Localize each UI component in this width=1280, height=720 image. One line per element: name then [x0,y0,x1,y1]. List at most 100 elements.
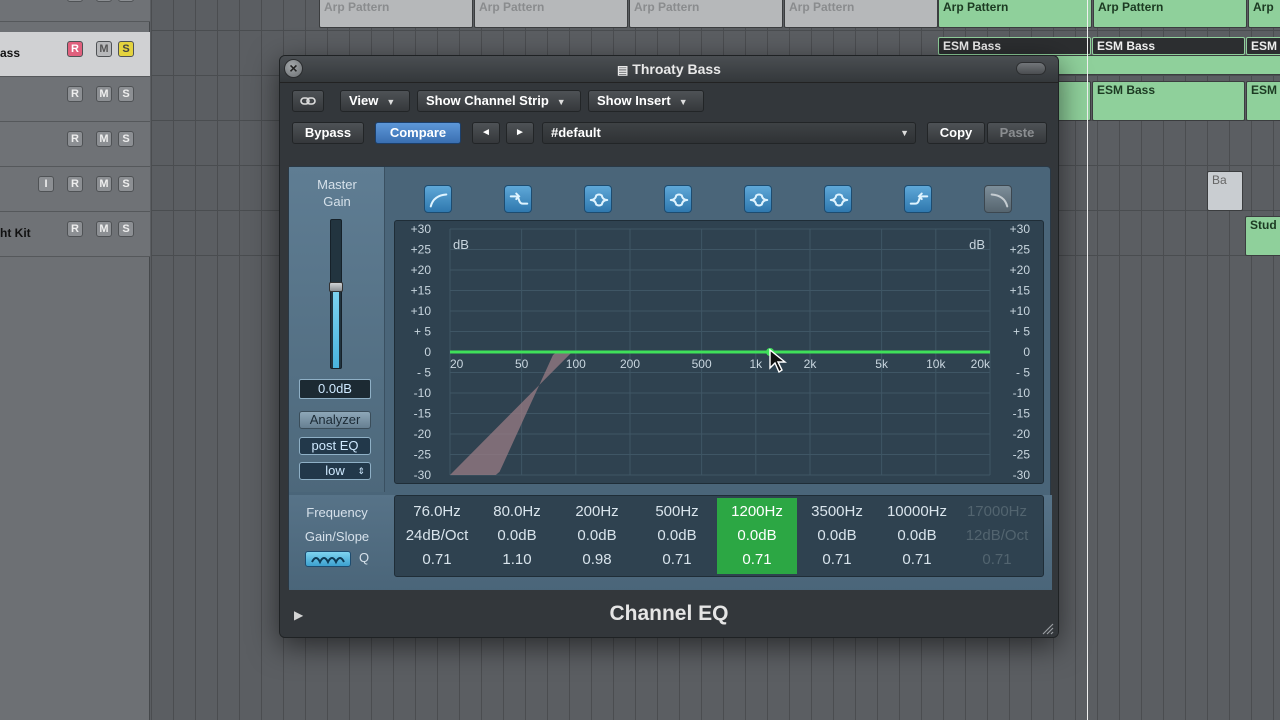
master-gain-label-1: Master [317,177,357,192]
audio-region[interactable]: Ba [1207,171,1243,211]
frequency-value[interactable]: 500Hz [637,503,717,520]
show-insert-menu[interactable]: Show Insert ▼ [588,90,704,112]
record-enable-button[interactable]: R [67,0,83,2]
band-7-toggle-button[interactable] [904,185,932,213]
band-4-toggle-button[interactable] [664,185,692,213]
track-header[interactable]: ht Kit R M S [0,212,150,257]
frequency-value[interactable]: 3500Hz [797,503,877,520]
midi-region[interactable]: Arp Pattern [1093,0,1247,28]
playhead[interactable] [1087,0,1088,720]
midi-region[interactable]: ESM Bass [1092,37,1245,55]
frequency-value[interactable]: 1200Hz [717,503,797,520]
midi-region[interactable]: ESM [1246,81,1280,121]
midi-region[interactable]: Arp [1248,0,1280,28]
q-value[interactable]: 0.98 [557,551,637,568]
record-enable-button[interactable]: R [67,41,83,57]
analyzer-resolution-menu[interactable]: low ⇕ [299,462,371,480]
gain-value[interactable]: 0.0dB [477,527,557,544]
track-header[interactable]: I R M S [0,167,150,212]
midi-region[interactable]: ESM Bass [1092,81,1245,121]
frequency-value[interactable]: 17000Hz [957,503,1037,520]
midi-region[interactable]: Arp Pattern [629,0,783,28]
solo-button[interactable]: S [118,86,134,102]
gain-value[interactable]: 0.0dB [717,527,797,544]
q-value[interactable]: 0.71 [877,551,957,568]
master-gain-value[interactable]: 0.0dB [299,379,371,399]
gain-value[interactable]: 0.0dB [877,527,957,544]
band-1-toggle-button[interactable] [424,185,452,213]
track-header[interactable]: R M S [0,122,150,167]
midi-region[interactable]: Arp Pattern [938,0,1092,28]
midi-region[interactable]: Arp Pattern [319,0,473,28]
solo-button[interactable]: S [118,176,134,192]
mute-button[interactable]: M [96,41,112,57]
gain-value[interactable]: 0.0dB [797,527,877,544]
band-3-toggle-button[interactable] [584,185,612,213]
link-button[interactable] [292,90,324,112]
show-channel-strip-menu[interactable]: Show Channel Strip ▼ [417,90,581,112]
frequency-value[interactable]: 200Hz [557,503,637,520]
q-value[interactable]: 1.10 [477,551,557,568]
track-header[interactable]: R M S [0,0,150,22]
band-3-parameters: 200Hz 0.0dB 0.98 [557,498,637,574]
master-gain-handle[interactable] [329,281,343,292]
gain-value[interactable]: 0.0dB [557,527,637,544]
master-gain-slider[interactable] [329,219,343,369]
band-6-toggle-button[interactable] [824,185,852,213]
preset-menu[interactable]: #default ▼ [542,122,916,144]
band-2-toggle-button[interactable] [504,185,532,213]
analyzer-mode-menu[interactable]: post EQ [299,437,371,455]
master-gain-section: Master Gain 0.0dB Analyzer post EQ low ⇕ [289,167,385,492]
gain-value[interactable]: 12dB/Oct [957,527,1037,544]
track-header[interactable]: ass R M S [0,32,150,77]
track-header[interactable]: R M S [0,77,150,122]
next-preset-button[interactable]: ► [506,122,534,144]
frequency-value[interactable]: 80.0Hz [477,503,557,520]
midi-region[interactable]: ESM Bass [938,37,1091,55]
solo-button[interactable]: S [118,131,134,147]
q-value[interactable]: 0.71 [957,551,1037,568]
mute-button[interactable]: M [96,0,112,2]
q-couple-button[interactable] [305,551,351,567]
bypass-button[interactable]: Bypass [292,122,364,144]
solo-button[interactable]: S [118,41,134,57]
record-enable-button[interactable]: R [67,131,83,147]
eq-graph-canvas[interactable]: +30 +30 +25 +25 +20 +20 +15 +15 +10 +10 + 5 + 5 0 0 - … [395,221,1045,485]
mute-button[interactable]: M [96,176,112,192]
gain-value[interactable]: 0.0dB [637,527,717,544]
record-enable-button[interactable]: R [67,86,83,102]
resize-grip-icon[interactable] [1040,621,1054,635]
q-value[interactable]: 0.71 [637,551,717,568]
frequency-value[interactable]: 76.0Hz [397,503,477,520]
input-monitor-button[interactable]: I [38,176,54,192]
mute-button[interactable]: M [96,131,112,147]
mute-button[interactable]: M [96,86,112,102]
compare-button[interactable]: Compare [375,122,461,144]
record-enable-button[interactable]: R [67,221,83,237]
midi-region[interactable]: ESM [1246,37,1280,55]
q-value[interactable]: 0.71 [797,551,877,568]
frequency-value[interactable]: 10000Hz [877,503,957,520]
solo-button[interactable]: S [118,0,134,2]
band-5-toggle-button[interactable] [744,185,772,213]
solo-button[interactable]: S [118,221,134,237]
gain-value[interactable]: 24dB/Oct [397,527,477,544]
midi-region[interactable]: Stud [1245,216,1280,256]
band-8-toggle-button[interactable] [984,185,1012,213]
record-enable-button[interactable]: R [67,176,83,192]
title-bar[interactable]: × ▤ Throaty Bass [280,56,1058,83]
mute-button[interactable]: M [96,221,112,237]
midi-region[interactable]: Arp Pattern [784,0,938,28]
peak-icon [829,193,849,207]
peak-icon [749,193,769,207]
midi-region[interactable]: Arp Pattern [474,0,628,28]
eq-graph[interactable]: +30 +30 +25 +25 +20 +20 +15 +15 +10 +10 + 5 + 5 0 0 - … [394,220,1044,484]
q-value[interactable]: 0.71 [717,551,797,568]
toolbar-toggle-button[interactable] [1016,62,1046,75]
copy-button[interactable]: Copy [927,122,985,144]
analyzer-button[interactable]: Analyzer [299,411,371,429]
previous-preset-button[interactable]: ◄ [472,122,500,144]
q-value[interactable]: 0.71 [397,551,477,568]
paste-button[interactable]: Paste [987,122,1047,144]
view-menu[interactable]: View ▼ [340,90,410,112]
